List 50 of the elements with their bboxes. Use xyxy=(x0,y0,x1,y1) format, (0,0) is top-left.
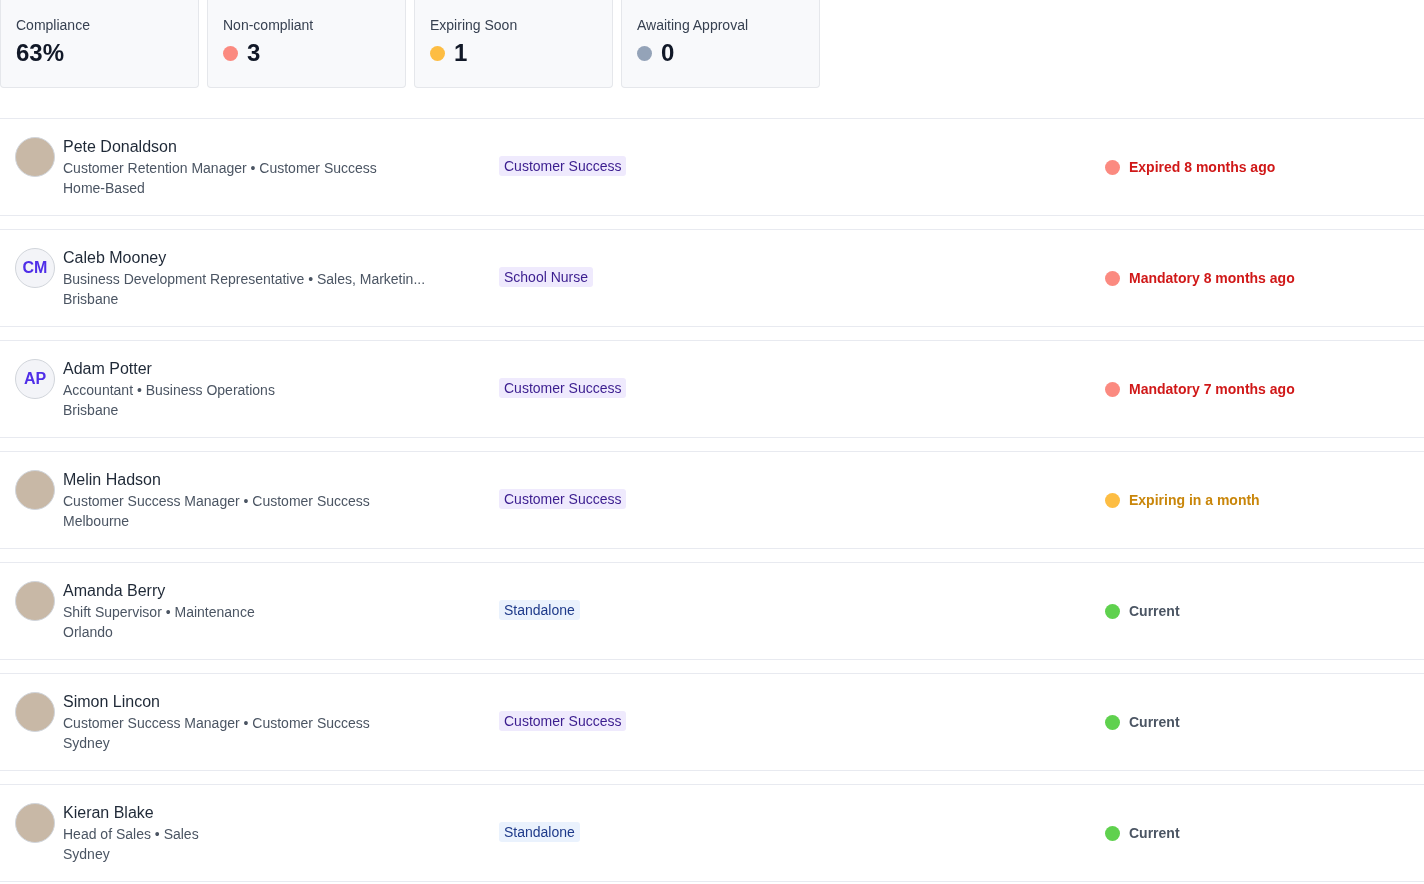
card-label: Expiring Soon xyxy=(430,17,518,33)
avatar-initials: CM xyxy=(15,248,55,288)
role-and-team: Head of Sales • Sales xyxy=(63,825,199,844)
status-text: Mandatory 7 months ago xyxy=(1129,381,1295,397)
person-name: Kieran Blake xyxy=(63,803,154,823)
person-name: Melin Hadson xyxy=(63,470,161,490)
location-text: Orlando xyxy=(63,623,113,642)
card-label: Compliance xyxy=(16,17,90,33)
role-and-team: Customer Success Manager • Customer Success xyxy=(63,492,370,511)
tag-label: Standalone xyxy=(499,599,580,620)
card-value: 1 xyxy=(454,39,468,67)
role-and-team: Customer Retention Manager • Customer Success xyxy=(63,159,377,178)
tag-label: Customer Success xyxy=(499,488,627,509)
card-value: 63% xyxy=(16,39,65,67)
person-name: Simon Lincon xyxy=(63,692,160,712)
tag-label: School Nurse xyxy=(499,266,594,287)
status-text: Mandatory 8 months ago xyxy=(1129,270,1295,286)
person-name: Pete Donaldson xyxy=(63,137,177,157)
card-value: 3 xyxy=(247,39,261,67)
location-text: Brisbane xyxy=(63,401,119,420)
status-text: Expiring in a month xyxy=(1129,492,1260,508)
card-value: 0 xyxy=(661,39,675,67)
avatar-photo-placeholder xyxy=(15,581,55,621)
avatar-photo-placeholder xyxy=(15,470,55,510)
status-text: Current xyxy=(1129,603,1180,619)
person-name: Adam Potter xyxy=(63,359,152,379)
avatar-photo-placeholder xyxy=(15,692,55,732)
tag-label: Customer Success xyxy=(499,155,627,176)
tag-label: Standalone xyxy=(499,821,580,842)
avatar-photo-placeholder xyxy=(15,137,55,177)
person-name: Amanda Berry xyxy=(63,581,166,601)
status-text: Current xyxy=(1129,825,1180,841)
role-and-team: Business Development Representative • Sales, Marketin... xyxy=(63,270,426,289)
status-text: Expired 8 months ago xyxy=(1129,159,1276,175)
card-label: Non-compliant xyxy=(223,17,314,33)
role-and-team: Accountant • Business Operations xyxy=(63,381,275,400)
tag-label: Customer Success xyxy=(499,377,627,398)
location-text: Sydney xyxy=(63,734,110,753)
avatar-initials: AP xyxy=(15,359,55,399)
person-name: Caleb Mooney xyxy=(63,248,167,268)
role-and-team: Shift Supervisor • Maintenance xyxy=(63,603,255,622)
role-and-team: Customer Success Manager • Customer Success xyxy=(63,714,370,733)
tag-label: Customer Success xyxy=(499,710,627,731)
card-label: Awaiting Approval xyxy=(637,17,749,33)
status-text: Current xyxy=(1129,714,1180,730)
location-text: Brisbane xyxy=(63,290,119,309)
location-text: Home-Based xyxy=(63,179,145,198)
avatar-photo-placeholder xyxy=(15,803,55,843)
location-text: Sydney xyxy=(63,845,110,864)
location-text: Melbourne xyxy=(63,512,130,531)
